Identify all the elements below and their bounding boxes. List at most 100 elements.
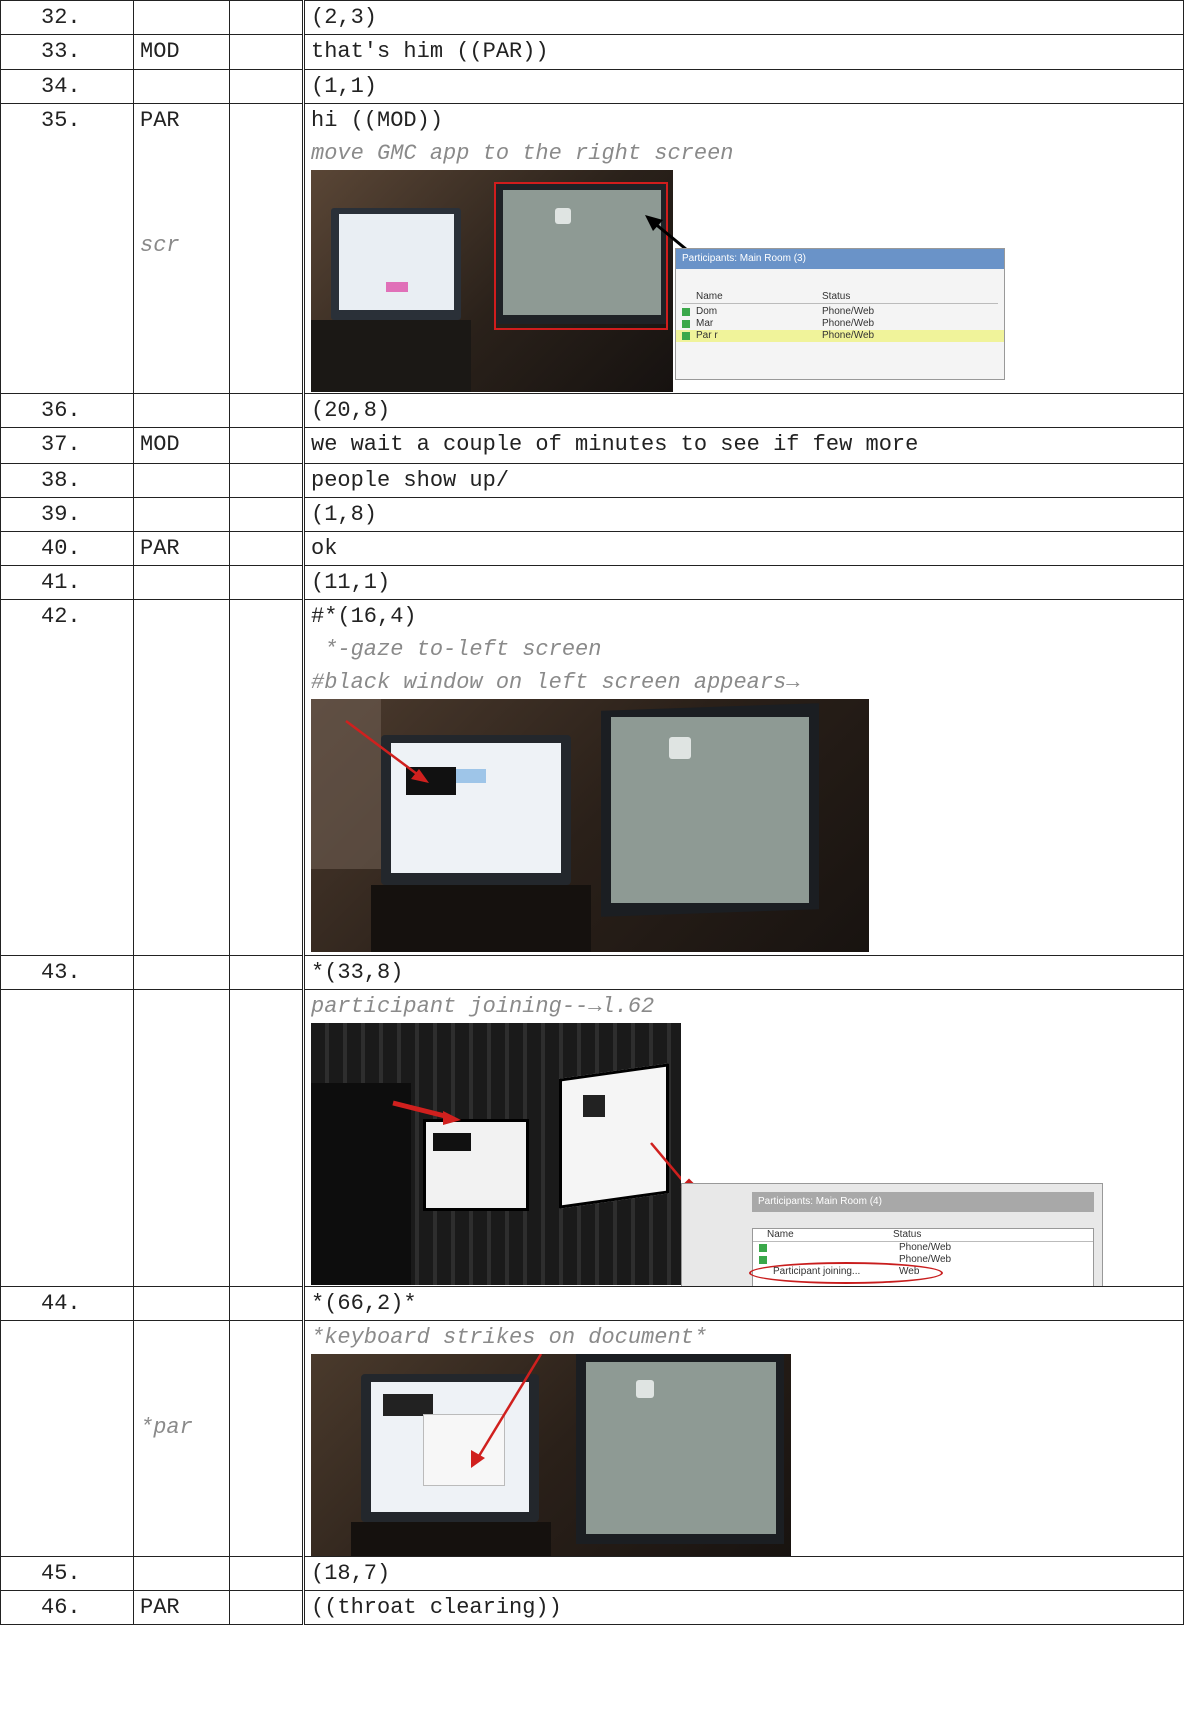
utterance: ok: [302, 531, 1184, 566]
participant-row: Dom Phone/Web: [676, 306, 1004, 318]
speaker-cell: *par: [133, 1320, 230, 1557]
speaker: [133, 1286, 230, 1321]
name-col: Name: [767, 1229, 794, 1240]
table-row: 43. *(33,8): [0, 955, 1184, 990]
speaker: PAR: [133, 1590, 230, 1625]
utterance-cell: #*(16,4) *-gaze to-left screen #black wi…: [302, 599, 1184, 956]
utterance-cell: participant joining--→l.62 Participants:…: [302, 989, 1184, 1287]
marker-cell: [229, 1286, 304, 1321]
utterance: (11,1): [302, 565, 1184, 600]
annotation: *-gaze to-left screen: [311, 637, 602, 662]
panel-title: Participants: Main Room (4): [752, 1192, 1094, 1212]
utterance: (1,1): [302, 69, 1184, 104]
highlight-ellipse: [749, 1262, 943, 1284]
speaker: MOD: [133, 34, 230, 70]
line-number: [0, 1320, 134, 1557]
utterance-cell: hi ((MOD)) move GMC app to the right scr…: [302, 103, 1184, 394]
room-photo: [311, 170, 673, 392]
annotation: move GMC app to the right screen: [311, 141, 734, 166]
marker-cell: [229, 463, 304, 498]
participant-row: Par r Phone/Web: [676, 330, 1004, 342]
annotation: *keyboard strikes on document*: [311, 1325, 708, 1350]
line-number: 38.: [0, 463, 134, 498]
line-number: 40.: [0, 531, 134, 566]
participants-panel: Participants: Main Room (3) Name Status …: [675, 248, 1005, 380]
participants-panel: Participants: Main Room (4) Name Status …: [681, 1183, 1103, 1286]
panel-header-row: Name Status: [753, 1229, 1093, 1242]
line-number: 37.: [0, 427, 134, 464]
utterance: hi ((MOD)): [311, 108, 444, 133]
speaker: MOD: [133, 427, 230, 464]
speaker: [133, 69, 230, 104]
line-number: 39.: [0, 497, 134, 532]
utterance: (2,3): [302, 0, 1184, 35]
table-row: 37. MOD we wait a couple of minutes to s…: [0, 427, 1184, 464]
panel-header-row: Name Status: [682, 291, 998, 304]
participant-row-joining: Participant joining... Web: [749, 1262, 1093, 1284]
participant-row: Mar Phone/Web: [676, 318, 1004, 330]
table-row: 36. (20,8): [0, 393, 1184, 428]
desk: [311, 320, 471, 392]
posterized-photo: [311, 1023, 681, 1285]
marker-cell: [229, 955, 304, 990]
arrows-red: [392, 1100, 681, 1181]
marker-cell: [229, 103, 304, 394]
speaker: [133, 565, 230, 600]
line-number: 34.: [0, 69, 134, 104]
utterance: we wait a couple of minutes to see if fe…: [302, 427, 1184, 464]
utterance: people show up/: [302, 463, 1184, 498]
speaker-icon: [759, 1256, 767, 1264]
speaker: [133, 989, 230, 1287]
panel-list: Name Status Phone/Web Phone/Web Particip…: [749, 1228, 1094, 1286]
line-number: 36.: [0, 393, 134, 428]
line-number: 45.: [0, 1556, 134, 1591]
speaker-cell: PAR scr: [133, 103, 230, 394]
marker-cell: [229, 427, 304, 464]
marker-cell: [229, 69, 304, 104]
table-row: participant joining--→l.62 Participants:…: [0, 989, 1184, 1287]
participant-row: Phone/Web: [753, 1242, 1093, 1254]
name-col: Name: [696, 291, 723, 302]
table-row: 32. (2,3): [0, 0, 1184, 35]
table-row: 33. MOD that's him ((PAR)): [0, 34, 1184, 70]
utterance: that's him ((PAR)): [302, 34, 1184, 70]
line-number: 46.: [0, 1590, 134, 1625]
marker-cell: [229, 1590, 304, 1625]
room-photo: [311, 1354, 791, 1556]
figure-3: Participants: Main Room (4) Name Status …: [311, 1023, 1111, 1286]
marker-cell: [229, 599, 304, 956]
line-number: 43.: [0, 955, 134, 990]
line-number: 32.: [0, 0, 134, 35]
line-number: 33.: [0, 34, 134, 70]
table-row: 42. #*(16,4) *-gaze to-left screen #blac…: [0, 599, 1184, 956]
marker-cell: [229, 1320, 304, 1557]
marker-cell: [229, 393, 304, 428]
speaker: PAR: [140, 108, 180, 133]
line-number: 35.: [0, 103, 134, 394]
arrow-red: [471, 1354, 543, 1468]
speaker: [133, 0, 230, 35]
side-label: scr: [140, 233, 180, 258]
panel-title: Participants: Main Room (3): [676, 249, 1004, 269]
pink-window: [386, 282, 408, 292]
speaker: [133, 599, 230, 956]
line-number: 42.: [0, 599, 134, 956]
speaker: [133, 393, 230, 428]
utterance: (1,8): [302, 497, 1184, 532]
utterance: #*(16,4): [311, 604, 417, 629]
table-row: 45. (18,7): [0, 1556, 1184, 1591]
marker-cell: [229, 989, 304, 1287]
table-row: 46. PAR ((throat clearing)): [0, 1590, 1184, 1625]
utterance-cell: *keyboard strikes on document*: [302, 1320, 1184, 1557]
table-row: 44. *(66,2)*: [0, 1286, 1184, 1321]
marker-cell: [229, 34, 304, 70]
line-number: [0, 989, 134, 1287]
room-photo: [311, 699, 869, 952]
marker-cell: [229, 531, 304, 566]
speaker: PAR: [133, 531, 230, 566]
speaker-icon: [682, 320, 690, 328]
arrow-red: [345, 719, 429, 783]
speaker: [133, 1556, 230, 1591]
table-row: 38. people show up/: [0, 463, 1184, 498]
marker-cell: [229, 565, 304, 600]
